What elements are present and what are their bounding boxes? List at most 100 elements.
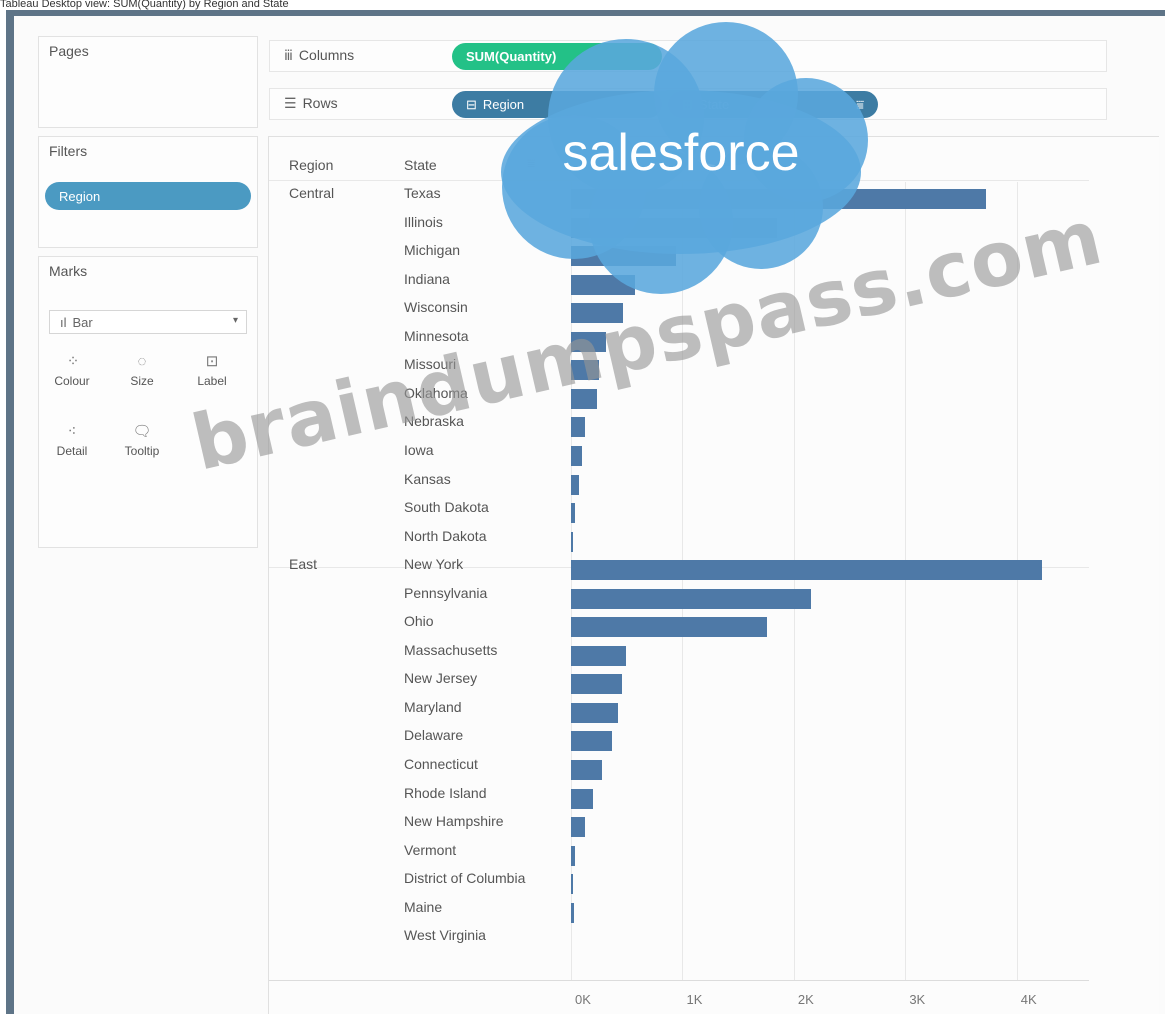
filters-card[interactable]: Filters Region: [38, 136, 258, 248]
state-header: State: [404, 157, 437, 173]
mark-type-value: Bar: [72, 314, 93, 330]
state-label: Wisconsin: [404, 299, 468, 316]
bar-new-york[interactable]: [571, 560, 1042, 581]
state-label: Kansas: [404, 470, 451, 487]
bar-new-hampshire[interactable]: [571, 817, 585, 838]
label-label: Label: [197, 374, 227, 388]
bar-massachusetts[interactable]: [571, 645, 626, 666]
size-icon: ◌: [137, 353, 147, 370]
columns-icon: ⅲ: [284, 47, 293, 63]
state-label: South Dakota: [404, 499, 489, 516]
x-tick-label: 3K: [909, 991, 926, 1007]
region-header: Region: [289, 157, 334, 173]
bar-maine[interactable]: [571, 902, 574, 923]
bar-michigan[interactable]: [571, 246, 677, 267]
rows-pill-state[interactable]: ⊞ State ⩸: [668, 91, 878, 118]
x-tick-label: 0K: [575, 991, 591, 1007]
bar-iowa[interactable]: [571, 445, 582, 466]
bar-district-of-columbia[interactable]: [571, 874, 574, 895]
rows-pill-state-label: State: [698, 97, 730, 112]
state-label: Michigan: [404, 242, 461, 259]
tableau-canvas: Pages Filters Region Marks ıl Bar ▾ ⁘ Co…: [14, 16, 1165, 1014]
columns-pill-label: SUM(Quantity): [466, 49, 557, 64]
state-label: Massachusetts: [404, 641, 498, 658]
bar-texas[interactable]: [571, 189, 986, 209]
bar-rhode-island[interactable]: [571, 788, 594, 809]
rows-pill-region[interactable]: ⊟ Region: [452, 91, 662, 118]
state-label: Rhode Island: [404, 784, 487, 801]
state-label: West Virginia: [404, 927, 486, 944]
state-label: Maryland: [404, 698, 462, 715]
gridline: [1016, 182, 1018, 980]
state-label: Indiana: [404, 270, 450, 287]
state-label: Illinois: [404, 213, 443, 230]
bar-ohio[interactable]: [571, 617, 767, 638]
rows-shelf[interactable]: ☰ Rows ⊟ Region ⊞ State ⩸: [269, 88, 1107, 120]
bar-new-jersey[interactable]: [571, 674, 622, 695]
state-label: Vermont: [404, 841, 457, 858]
bar-pennsylvania[interactable]: [571, 588, 811, 609]
colour-label: Colour: [54, 374, 90, 388]
colour-dots-icon: ⁘: [66, 353, 80, 370]
state-label: New Jersey: [404, 670, 478, 687]
detail-button[interactable]: ⁖ Detail: [45, 417, 99, 465]
state-label: North Dakota: [404, 527, 487, 544]
columns-pill-sum-quantity[interactable]: SUM(Quantity): [452, 43, 662, 70]
x-tick-label: 4K: [1020, 991, 1037, 1007]
rows-icon: ☰: [284, 95, 297, 111]
colour-button[interactable]: ⁘ Colour: [45, 347, 99, 395]
bar-kansas[interactable]: [571, 474, 580, 495]
state-label: New Hampshire: [404, 813, 504, 830]
x-axis-line: [269, 979, 1089, 981]
x-tick-label: 2K: [797, 991, 814, 1007]
header-separator: [269, 180, 1089, 181]
state-label: Texas: [404, 185, 441, 201]
state-label: Ohio: [404, 613, 434, 630]
bar-nebraska[interactable]: [571, 417, 586, 438]
state-label: District of Columbia: [404, 870, 526, 887]
pages-card[interactable]: Pages: [38, 36, 258, 128]
size-button[interactable]: ◌ Size: [115, 347, 169, 395]
state-pill-icon: ⊞: [682, 96, 693, 112]
columns-label: ⅲ Columns: [284, 47, 355, 63]
filter-pill-label: Region: [59, 188, 101, 204]
label-button[interactable]: ⊡ Label: [185, 347, 239, 395]
state-label: New York: [404, 556, 464, 573]
text-label-icon: ⊡: [205, 353, 219, 370]
region-label: East: [289, 556, 318, 573]
filter-pill-region[interactable]: Region: [45, 182, 251, 210]
detail-icon: ⁖: [67, 423, 77, 440]
region-pill-icon: ⊟: [466, 96, 477, 112]
bar-chart-icon: ıl: [60, 314, 67, 330]
state-label: Pennsylvania: [404, 584, 488, 601]
tooltip-label: Tooltip: [124, 444, 160, 458]
bar-vermont[interactable]: [571, 845, 575, 866]
bar-connecticut[interactable]: [571, 760, 603, 780]
bar-south-dakota[interactable]: [571, 503, 576, 524]
bar-north-dakota[interactable]: [571, 531, 574, 552]
rows-label: ☰ Rows: [284, 95, 338, 111]
sort-descending-icon[interactable]: ⩸: [527, 155, 536, 172]
x-tick-label: 1K: [686, 991, 703, 1007]
bar-illinois[interactable]: [571, 217, 777, 238]
bar-maryland[interactable]: [571, 702, 618, 723]
state-label: Iowa: [404, 441, 434, 458]
tooltip-button[interactable]: 🗨 Tooltip: [115, 417, 169, 465]
state-label: Maine: [404, 898, 443, 915]
sort-icon: ⩸: [856, 96, 864, 112]
columns-shelf[interactable]: ⅲ Columns SUM(Quantity): [269, 40, 1107, 72]
tooltip-icon: 🗨: [132, 423, 152, 440]
state-label: Connecticut: [404, 756, 478, 772]
region-label: Central: [289, 185, 335, 201]
pages-title: Pages: [49, 43, 89, 59]
size-label: Size: [130, 374, 154, 388]
rows-pill-region-label: Region: [482, 97, 525, 112]
bar-delaware[interactable]: [571, 731, 612, 752]
state-label: Delaware: [404, 727, 464, 744]
detail-label: Detail: [56, 444, 88, 458]
filters-title: Filters: [49, 143, 88, 159]
chevron-down-icon: ▾: [232, 315, 238, 326]
mark-type-dropdown[interactable]: ıl Bar ▾: [49, 310, 247, 334]
bar-indiana[interactable]: [571, 274, 636, 295]
marks-title: Marks: [49, 263, 88, 279]
